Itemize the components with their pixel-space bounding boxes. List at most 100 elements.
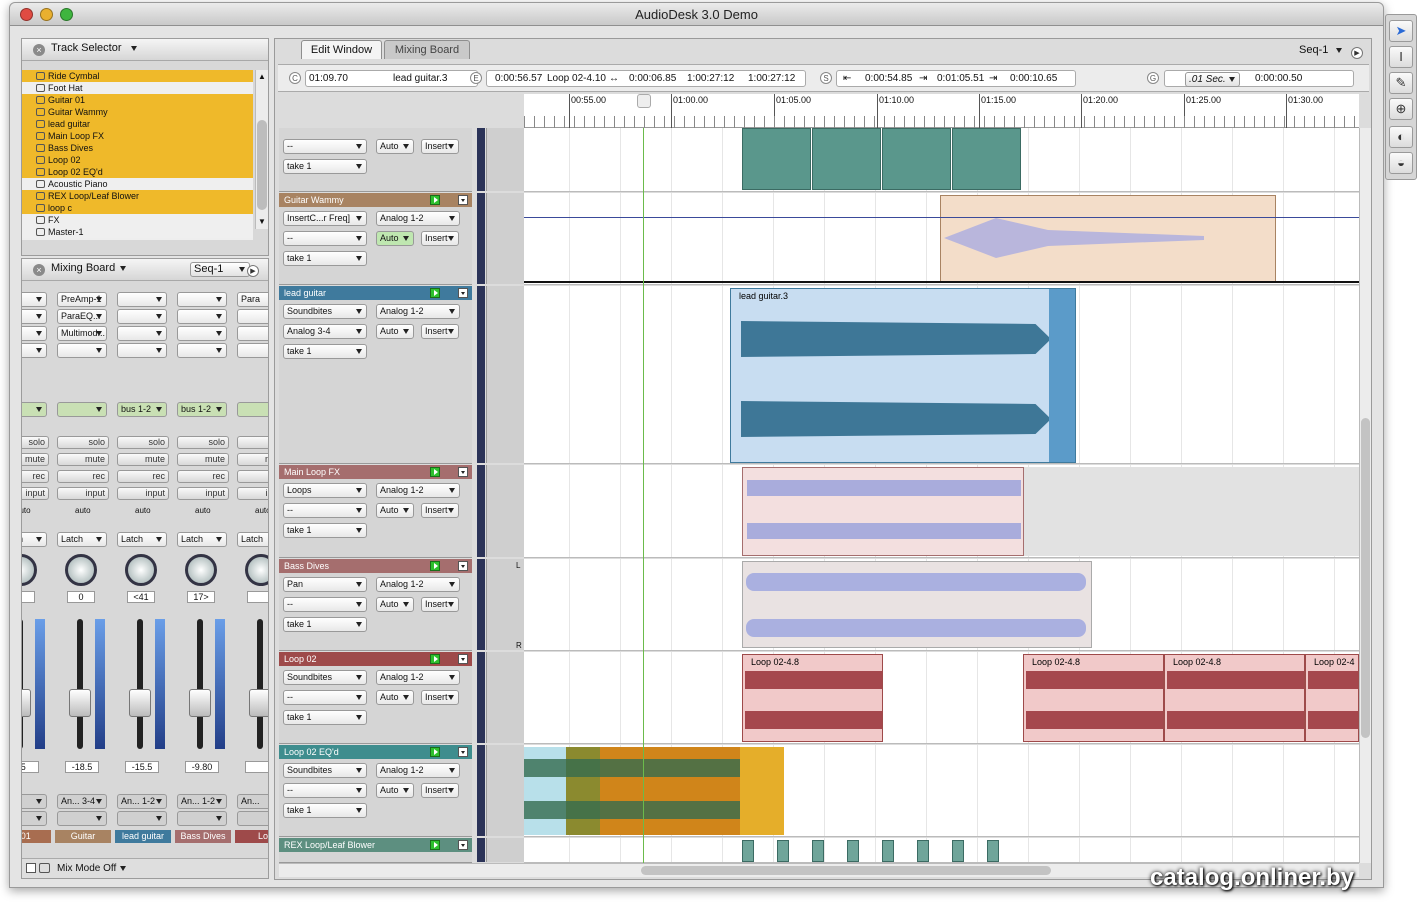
track-name[interactable]: Main Loop FX	[284, 467, 340, 477]
pan-value[interactable]: 0	[67, 591, 95, 603]
solo-button[interactable]: solo	[117, 436, 169, 449]
audio-clip[interactable]	[847, 840, 859, 862]
audio-clip[interactable]	[882, 128, 951, 190]
track-input-selector[interactable]: Soundbites	[283, 670, 367, 685]
fader-handle[interactable]	[189, 689, 211, 717]
audio-clip[interactable]	[742, 467, 1024, 556]
arrow-tool-icon[interactable]: ➤	[1389, 20, 1413, 42]
track-list-item[interactable]: Loop 02	[22, 154, 253, 166]
level-value[interactable]: -9.80	[185, 761, 219, 773]
pencil-tool-icon[interactable]: ✎	[1389, 72, 1413, 94]
strip-name[interactable]: Bass Dives	[175, 830, 231, 843]
audio-clip[interactable]	[742, 840, 754, 862]
track-list-item[interactable]: Loop 02 EQ'd	[22, 166, 253, 178]
insert-slot[interactable]: Para	[237, 292, 268, 307]
audition-tool-icon[interactable]: ◒	[1389, 152, 1413, 174]
sequence-options-icon[interactable]: ▶	[1351, 47, 1363, 59]
track-list-item[interactable]: loop c	[22, 202, 253, 214]
strip-name[interactable]: r 01	[22, 830, 51, 843]
take-selector[interactable]: take 1	[283, 523, 367, 538]
track-output-selector[interactable]: Analog 1-2	[376, 577, 460, 592]
track-output-selector[interactable]: Analog 1-2	[376, 304, 460, 319]
output-selector-2[interactable]	[22, 811, 47, 826]
strip-name[interactable]: Guitar Wammy	[55, 830, 111, 843]
track-menu-icon[interactable]	[458, 195, 468, 205]
input-button[interactable]: input	[117, 487, 169, 500]
mute-button[interactable]: mute	[22, 453, 49, 466]
audio-clip[interactable]	[952, 128, 1021, 190]
insert-slot[interactable]: ParaEQ...	[57, 309, 107, 324]
track-insert-selector[interactable]: --	[283, 597, 367, 612]
track-list-item[interactable]: Foot Hat	[22, 82, 253, 94]
automation-mode[interactable]: Latch	[237, 532, 268, 547]
mute-button[interactable]: mute	[57, 453, 109, 466]
solo-button[interactable]: solo	[177, 436, 229, 449]
track-insert-selector[interactable]: --	[283, 503, 367, 518]
audio-clip[interactable]: Loop 02-4.8	[1164, 654, 1305, 742]
cursor-counter[interactable]: 01:09.70 lead guitar.3	[305, 70, 478, 87]
track-name-bar[interactable]: lead guitar	[279, 286, 472, 300]
audio-clip[interactable]	[777, 840, 789, 862]
play-enable-icon[interactable]	[430, 467, 440, 477]
mix-mode-dropdown[interactable]: Mix Mode Off	[54, 862, 130, 877]
track-name[interactable]: lead guitar	[284, 288, 326, 298]
vertical-scrollbar[interactable]	[1359, 128, 1371, 863]
rec-button[interactable]: rec	[57, 470, 109, 483]
level-value[interactable]	[245, 761, 268, 773]
track-list-scrollbar[interactable]: ▲ ▼	[255, 70, 268, 229]
pan-value[interactable]: 17>	[187, 591, 215, 603]
play-enable-icon[interactable]	[430, 561, 440, 571]
scrub-tool-icon[interactable]: ◐	[1389, 126, 1413, 148]
rec-button[interactable]: rec	[237, 470, 268, 483]
output-selector-2[interactable]	[117, 811, 167, 826]
fader-track[interactable]	[22, 619, 23, 749]
track-lane[interactable]	[524, 465, 1359, 558]
track-name-bar[interactable]: Loop 02	[279, 652, 472, 666]
take-selector[interactable]: take 1	[283, 803, 367, 818]
audio-clip[interactable]: lead guitar.3	[730, 288, 1076, 463]
audio-clip[interactable]	[882, 840, 894, 862]
grid-counter[interactable]: .01 Sec. 0:00:00.50	[1164, 70, 1354, 87]
track-selector-title[interactable]: Track Selector	[48, 42, 141, 57]
play-enable-icon[interactable]	[430, 747, 440, 757]
track-list-item[interactable]: Guitar Wammy	[22, 106, 253, 118]
zoom-tool-icon[interactable]: ⊕	[1389, 98, 1413, 120]
track-name-bar[interactable]: Main Loop FX	[279, 465, 472, 479]
track-insert-selector[interactable]: --	[283, 690, 367, 705]
output-selector[interactable]: An... 1-2	[117, 794, 167, 809]
fader-handle[interactable]	[22, 689, 31, 717]
automation-toggle[interactable]: Auto	[376, 139, 414, 154]
track-input-selector[interactable]: Soundbites	[283, 304, 367, 319]
track-name-bar[interactable]: Bass Dives	[279, 559, 472, 573]
level-value[interactable]: -18.5	[65, 761, 99, 773]
track-list-item[interactable]: Acoustic Piano	[22, 178, 253, 190]
audio-clip[interactable]: Loop 02-4.8	[742, 654, 883, 742]
insert-slot[interactable]	[237, 326, 268, 341]
bus-selector[interactable]: bus 1-2	[177, 402, 227, 417]
pan-value[interactable]: <41	[127, 591, 155, 603]
track-menu-icon[interactable]	[458, 840, 468, 850]
insert-slot[interactable]	[22, 326, 47, 341]
input-button[interactable]: input	[177, 487, 229, 500]
pan-value[interactable]	[22, 591, 35, 603]
insert-slot[interactable]	[22, 343, 47, 358]
playhead-handle[interactable]	[637, 94, 651, 108]
automation-mode[interactable]: Latch	[177, 532, 227, 547]
track-menu-icon[interactable]	[458, 747, 468, 757]
take-selector[interactable]: take 1	[283, 159, 367, 174]
take-selector[interactable]: take 1	[283, 617, 367, 632]
level-value[interactable]: .5	[22, 761, 39, 773]
fader-track[interactable]	[257, 619, 263, 749]
tab-mixing-board[interactable]: Mixing Board	[384, 40, 470, 59]
sequence-selector[interactable]: Seq-1	[190, 262, 250, 277]
track-name[interactable]: Bass Dives	[284, 561, 329, 571]
bus-selector[interactable]	[237, 402, 268, 417]
audio-clip[interactable]: Loop 02-4	[1305, 654, 1359, 742]
play-enable-icon[interactable]	[430, 195, 440, 205]
solo-button[interactable]: solo	[22, 436, 49, 449]
insert-slot[interactable]	[22, 292, 47, 307]
track-input-selector[interactable]: InsertC...r Freq]	[283, 211, 367, 226]
input-button[interactable]: input	[237, 487, 268, 500]
fader-handle[interactable]	[129, 689, 151, 717]
camera-icon[interactable]	[39, 863, 50, 873]
